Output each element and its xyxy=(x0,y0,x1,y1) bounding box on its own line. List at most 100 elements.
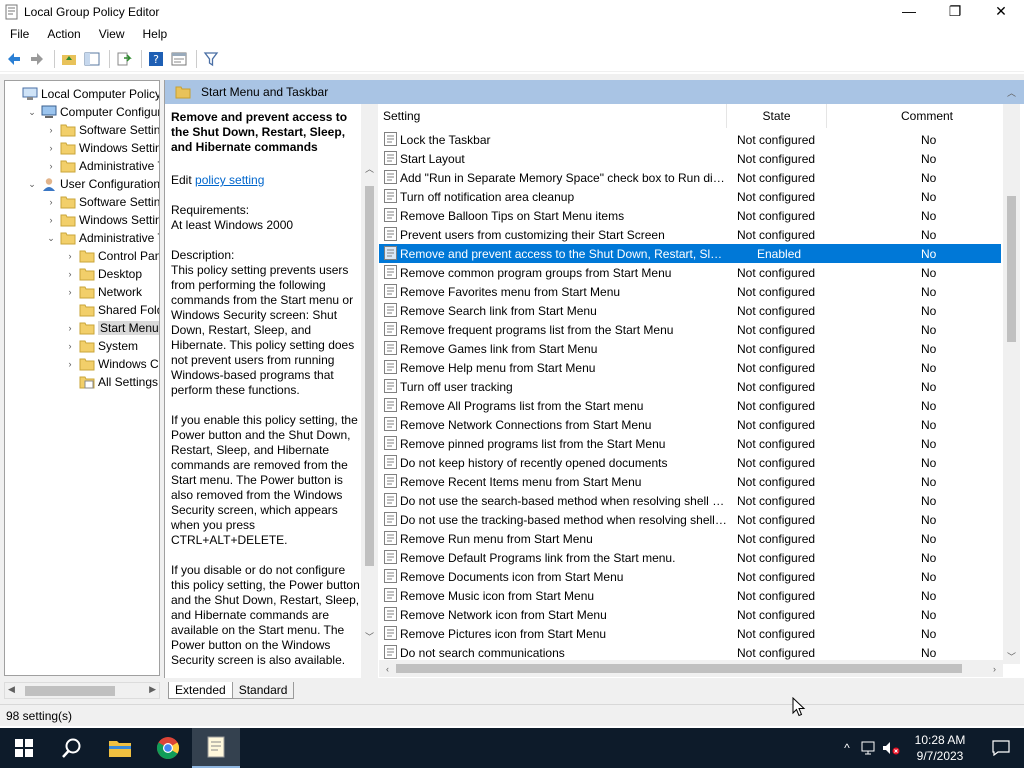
policy-row[interactable]: Remove Help menu from Start Menu Not conf… xyxy=(379,358,1001,377)
tree-item[interactable]: › Control Panel xyxy=(64,247,160,265)
tree-item[interactable]: ⌄ User Configuration xyxy=(26,175,159,193)
scroll-down-icon[interactable]: ﹀ xyxy=(1003,648,1020,665)
scroll-up-icon[interactable]: ︿ xyxy=(361,160,378,177)
tree-item[interactable]: ⌄ Administrative Te xyxy=(45,229,159,247)
policy-row[interactable]: Remove Pictures icon from Start Menu Not … xyxy=(379,624,1001,643)
collapse-chevron-icon[interactable]: ⌄ xyxy=(26,103,38,121)
tree-item[interactable]: Local Computer Policy xyxy=(7,85,159,103)
policy-row[interactable]: Remove pinned programs list from the Sta… xyxy=(379,434,1001,453)
column-comment[interactable]: Comment xyxy=(827,104,1005,128)
menu-action[interactable]: Action xyxy=(38,24,89,44)
policy-row[interactable]: Remove Run menu from Start Menu Not confi… xyxy=(379,529,1001,548)
policy-row[interactable]: Prevent users from customizing their Sta… xyxy=(379,225,1001,244)
tree-item[interactable]: › Windows Setting xyxy=(45,139,160,157)
chrome-button[interactable] xyxy=(144,728,192,768)
properties-button[interactable] xyxy=(169,49,189,69)
minimize-button[interactable]: — xyxy=(886,0,932,22)
tree-item[interactable]: › Desktop xyxy=(64,265,143,283)
tree-item[interactable]: › Software Settings xyxy=(45,193,160,211)
expand-chevron-icon[interactable]: › xyxy=(64,283,76,301)
scroll-left-icon[interactable]: ◀ xyxy=(8,684,15,695)
file-explorer-button[interactable] xyxy=(96,728,144,768)
policy-row[interactable]: Turn off user tracking Not configured No xyxy=(379,377,1001,396)
policy-row[interactable]: Turn off notification area cleanup Not co… xyxy=(379,187,1001,206)
policy-row[interactable]: Remove Search link from Start Menu Not co… xyxy=(379,301,1001,320)
column-state[interactable]: State xyxy=(727,104,827,128)
policy-row[interactable]: Remove Recent Items menu from Start Menu… xyxy=(379,472,1001,491)
collapse-chevron-icon[interactable]: ⌄ xyxy=(26,175,38,193)
export-list-button[interactable] xyxy=(114,49,134,69)
clock[interactable]: 10:28 AM 9/7/2023 xyxy=(902,732,978,764)
start-button[interactable] xyxy=(0,728,48,768)
back-button[interactable] xyxy=(4,49,24,69)
expand-chevron-icon[interactable]: › xyxy=(45,211,57,229)
expand-chevron-icon[interactable]: › xyxy=(64,265,76,283)
action-center-button[interactable] xyxy=(978,728,1024,768)
policy-row[interactable]: Do not keep history of recently opened d… xyxy=(379,453,1001,472)
description-scrollbar[interactable]: ︿ ﹀ xyxy=(361,104,378,678)
expand-chevron-icon[interactable]: › xyxy=(45,193,57,211)
tree-item[interactable]: › Network xyxy=(64,283,143,301)
search-button[interactable] xyxy=(48,728,96,768)
up-level-button[interactable] xyxy=(59,49,79,69)
collapse-chevron-icon[interactable]: ⌄ xyxy=(45,229,57,247)
tree-item[interactable]: All Settings xyxy=(64,373,158,391)
policy-row[interactable]: Remove Favorites menu from Start Menu Not… xyxy=(379,282,1001,301)
tree-item[interactable]: Shared Folder xyxy=(64,301,159,319)
scroll-up-icon[interactable]: ︿ xyxy=(1003,84,1020,101)
policy-row[interactable]: Remove Default Programs link from the St… xyxy=(379,548,1001,567)
forward-button[interactable] xyxy=(27,49,47,69)
tree-item[interactable]: › Start Menu ar xyxy=(64,319,159,337)
scroll-thumb[interactable] xyxy=(1007,196,1016,342)
scroll-thumb[interactable] xyxy=(25,686,115,696)
policy-row[interactable]: Remove Documents icon from Start Menu Not… xyxy=(379,567,1001,586)
tree-item[interactable]: › Administrative Te xyxy=(45,157,160,175)
policy-row[interactable]: Do not use the search-based method when … xyxy=(379,491,1001,510)
policy-row[interactable]: Remove All Programs list from the Start … xyxy=(379,396,1001,415)
menu-help[interactable]: Help xyxy=(134,24,177,44)
tree-item[interactable]: › Windows Cor xyxy=(64,355,160,373)
expand-chevron-icon[interactable]: › xyxy=(64,319,76,337)
expand-chevron-icon[interactable]: › xyxy=(64,247,76,265)
policy-row[interactable]: Add "Run in Separate Memory Space" check… xyxy=(379,168,1001,187)
network-icon[interactable] xyxy=(858,728,880,768)
policy-row[interactable]: Remove Games link from Start Menu Not con… xyxy=(379,339,1001,358)
policy-row[interactable]: Remove common program groups from Start … xyxy=(379,263,1001,282)
help-button[interactable]: ? xyxy=(146,49,166,69)
tab-extended[interactable]: Extended xyxy=(168,682,233,699)
tree-item[interactable]: › System xyxy=(64,337,139,355)
show-hide-tree-button[interactable] xyxy=(82,49,102,69)
scroll-left-icon[interactable]: ‹ xyxy=(379,660,396,677)
scroll-right-icon[interactable]: › xyxy=(986,660,1003,677)
expand-chevron-icon[interactable]: › xyxy=(45,121,57,139)
expand-chevron-icon[interactable]: › xyxy=(45,157,57,175)
scroll-thumb[interactable] xyxy=(365,186,374,566)
tree-item[interactable]: › Software Settings xyxy=(45,121,160,139)
policy-row[interactable]: Remove Balloon Tips on Start Menu items N… xyxy=(379,206,1001,225)
policy-row[interactable]: Remove frequent programs list from the S… xyxy=(379,320,1001,339)
maximize-button[interactable]: ❐ xyxy=(932,0,978,22)
scroll-right-icon[interactable]: ▶ xyxy=(149,684,156,695)
expand-chevron-icon[interactable]: › xyxy=(64,355,76,373)
tree-item[interactable]: › Windows Setting xyxy=(45,211,160,229)
policy-row[interactable]: Remove and prevent access to the Shut Do… xyxy=(379,244,1001,263)
scroll-down-icon[interactable]: ﹀ xyxy=(361,628,378,645)
list-vertical-scrollbar[interactable]: ︿ ﹀ xyxy=(1003,88,1020,665)
expand-chevron-icon[interactable]: › xyxy=(64,337,76,355)
policy-row[interactable]: Do not use the tracking-based method whe… xyxy=(379,510,1001,529)
menu-file[interactable]: File xyxy=(0,24,38,44)
filter-button[interactable] xyxy=(201,49,221,69)
show-hidden-icons-chevron-icon[interactable]: ^ xyxy=(836,728,858,768)
column-setting[interactable]: Setting xyxy=(383,104,727,128)
policy-row[interactable]: Start Layout Not configured No xyxy=(379,149,1001,168)
menu-view[interactable]: View xyxy=(90,24,134,44)
list-horizontal-scrollbar[interactable]: ‹ › xyxy=(379,660,1003,677)
expand-chevron-icon[interactable]: › xyxy=(45,139,57,157)
close-button[interactable]: ✕ xyxy=(978,0,1024,22)
tree-horizontal-scrollbar[interactable]: ◀ ▶ xyxy=(4,682,160,699)
volume-muted-icon[interactable] xyxy=(880,728,902,768)
policy-row[interactable]: Remove Network icon from Start Menu Not c… xyxy=(379,605,1001,624)
policy-row[interactable]: Remove Network Connections from Start Me… xyxy=(379,415,1001,434)
policy-setting-link[interactable]: policy setting xyxy=(195,173,264,187)
scroll-thumb[interactable] xyxy=(396,664,962,673)
